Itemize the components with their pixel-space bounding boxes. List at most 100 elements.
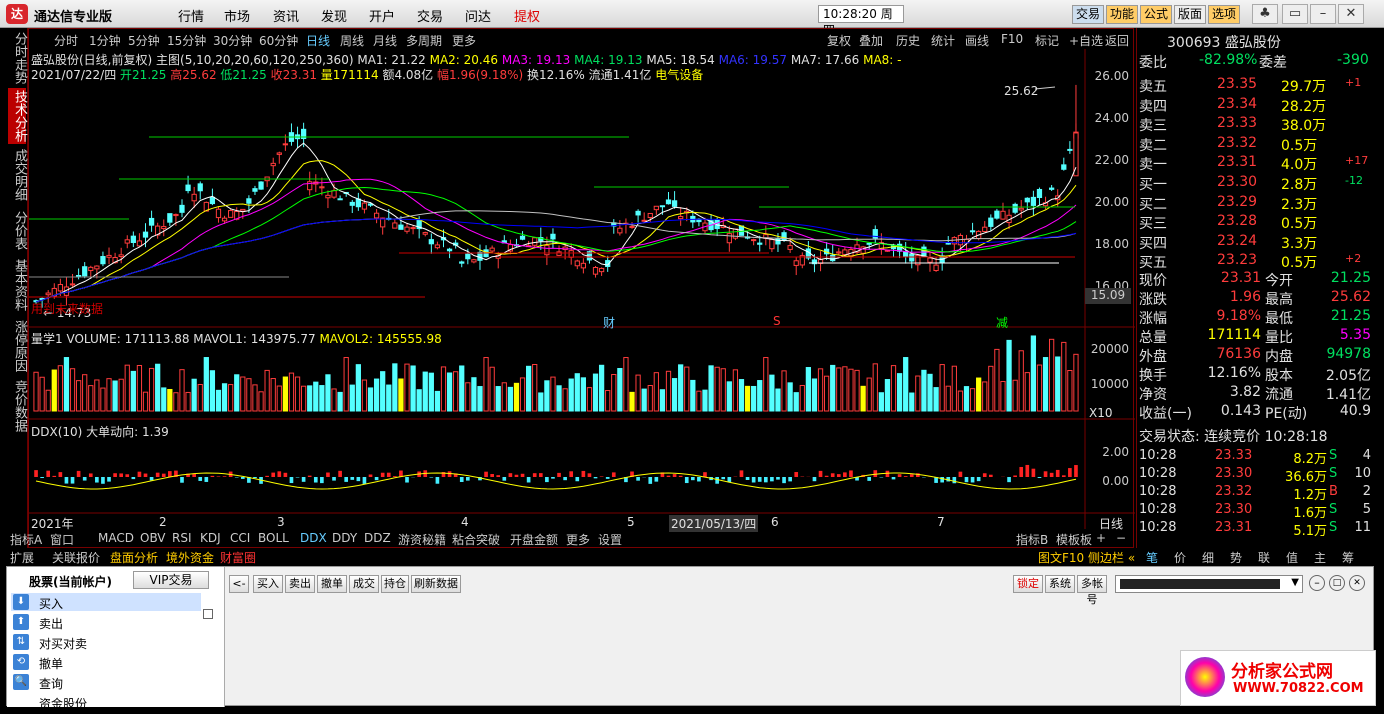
strip-item-2[interactable]: 盘面分析 bbox=[110, 549, 158, 566]
top-button-trade[interactable]: 交易 bbox=[1072, 5, 1105, 24]
tab-11[interactable]: 游资秘籍 bbox=[398, 531, 446, 548]
kline-chart[interactable] bbox=[29, 29, 1135, 549]
quote-tab-1[interactable]: 价 bbox=[1174, 549, 1186, 566]
trade-button-2[interactable]: 卖出 bbox=[285, 575, 315, 593]
ask-row[interactable]: 卖一 23.31 4.0万 +17 bbox=[1139, 154, 1373, 173]
account-select[interactable]: ▼ bbox=[1115, 575, 1303, 593]
tab-1[interactable]: 窗口 bbox=[50, 531, 74, 548]
tab-add-icon[interactable]: + bbox=[1096, 531, 1106, 545]
chart-area[interactable]: 分时 1分钟 5分钟 15分钟 30分钟 60分钟 日线 周线 月线 多周期 更… bbox=[28, 28, 1135, 549]
tab-3[interactable]: OBV bbox=[140, 531, 166, 545]
minimize-icon[interactable]: – bbox=[1310, 4, 1336, 24]
ddx-bar bbox=[691, 477, 695, 481]
tab-9[interactable]: DDY bbox=[332, 531, 357, 545]
candle-body bbox=[866, 242, 872, 245]
bid-row[interactable]: 买三 23.28 0.5万 bbox=[1139, 213, 1373, 232]
rail-jingjia[interactable]: 竞价数据 bbox=[8, 378, 27, 434]
ask-row[interactable]: 卖四 23.34 28.2万 bbox=[1139, 96, 1373, 115]
trade-button-4[interactable]: 成交 bbox=[349, 575, 379, 593]
menu-wenda[interactable]: 问达 bbox=[465, 6, 491, 25]
trade-menu-item[interactable]: ⬆ 卖出 bbox=[11, 613, 201, 631]
menu-shichang[interactable]: 市场 bbox=[224, 6, 250, 25]
menu-jiaoyi[interactable]: 交易 bbox=[417, 6, 443, 25]
strip-item-4[interactable]: 财富圈 bbox=[220, 549, 256, 566]
menu-kaihu[interactable]: 开户 bbox=[369, 6, 395, 25]
ask-row[interactable]: 卖五 23.35 29.7万 +1 bbox=[1139, 76, 1373, 95]
top-button-layout[interactable]: 版面 bbox=[1174, 5, 1207, 24]
tab-5[interactable]: KDJ bbox=[200, 531, 221, 545]
menu-zixun[interactable]: 资讯 bbox=[273, 6, 299, 25]
tab-8[interactable]: DDX bbox=[300, 531, 327, 545]
weicha-label: 委差 bbox=[1259, 55, 1287, 71]
tab-12[interactable]: 粘合突破 bbox=[452, 531, 500, 548]
tab-4[interactable]: RSI bbox=[172, 531, 192, 545]
trade-menu-item[interactable]: ⇅ 对买对卖 bbox=[11, 633, 201, 651]
quote-tab-6[interactable]: 主 bbox=[1314, 549, 1326, 566]
menu-tiquan[interactable]: 提权 bbox=[514, 6, 540, 25]
vip-trade-button[interactable]: VIP交易 bbox=[133, 571, 209, 589]
tab-0[interactable]: 指标A bbox=[10, 531, 42, 548]
ddx-bar bbox=[569, 471, 574, 477]
ask-row[interactable]: 卖二 23.32 0.5万 bbox=[1139, 135, 1373, 154]
tab-15[interactable]: 设置 bbox=[598, 531, 622, 548]
tab-7[interactable]: BOLL bbox=[258, 531, 289, 545]
menu-faxian[interactable]: 发现 bbox=[321, 6, 347, 25]
trade-menu-item[interactable]: ⟲ 撤单 bbox=[11, 653, 201, 671]
trade-menu-item[interactable]: 🔍 查询 bbox=[11, 673, 201, 691]
quote-tab-5[interactable]: 值 bbox=[1286, 549, 1298, 566]
weibi-value: -82.98% bbox=[1199, 52, 1258, 68]
bid-row[interactable]: 买二 23.29 2.3万 bbox=[1139, 194, 1373, 213]
candle-body bbox=[1018, 207, 1024, 211]
maximize-circle-icon[interactable]: □ bbox=[1329, 575, 1345, 591]
top-button-options[interactable]: 选项 bbox=[1208, 5, 1241, 24]
bid-row[interactable]: 买五 23.23 0.5万 +2 bbox=[1139, 252, 1373, 271]
trade-button-3[interactable]: 撤单 bbox=[317, 575, 347, 593]
top-button-formula[interactable]: 公式 bbox=[1140, 5, 1173, 24]
minimize-circle-icon[interactable]: – bbox=[1309, 575, 1325, 591]
bid-row[interactable]: 买四 23.24 3.3万 bbox=[1139, 233, 1373, 252]
trade-menu-item[interactable]: 资金股份 bbox=[11, 693, 201, 711]
top-button-function[interactable]: 功能 bbox=[1106, 5, 1139, 24]
trade-right-button-1[interactable]: 系统 bbox=[1045, 575, 1075, 593]
tab-2[interactable]: MACD bbox=[98, 531, 134, 545]
rail-chengjiao[interactable]: 成交明细 bbox=[8, 148, 27, 202]
quote-tab-4[interactable]: 联 bbox=[1258, 549, 1270, 566]
trade-right-button-0[interactable]: 锁定 bbox=[1013, 575, 1043, 593]
rail-jishu[interactable]: 技术分析 bbox=[8, 88, 27, 144]
menu-hangqing[interactable]: 行情 bbox=[178, 6, 204, 25]
trade-right-button-2[interactable]: 多帐号 bbox=[1077, 575, 1107, 606]
trade-menu-item[interactable]: ⬇ 买入 bbox=[11, 593, 201, 611]
skin-icon[interactable]: ♣ bbox=[1252, 4, 1278, 24]
tab-6[interactable]: CCI bbox=[230, 531, 250, 545]
quote-tab-3[interactable]: 势 bbox=[1230, 549, 1242, 566]
quote-tab-0[interactable]: 笔 bbox=[1146, 549, 1158, 566]
rail-fenjia[interactable]: 分价表 bbox=[8, 208, 27, 252]
rail-jiben[interactable]: 基本资料 bbox=[8, 258, 27, 312]
close-icon[interactable]: ✕ bbox=[1338, 4, 1364, 24]
tab-13[interactable]: 开盘金额 bbox=[510, 531, 558, 548]
quote-tab-7[interactable]: 筹 bbox=[1342, 549, 1354, 566]
checkbox[interactable] bbox=[203, 609, 213, 619]
tab-remove-icon[interactable]: − bbox=[1116, 531, 1126, 545]
trade-button-1[interactable]: 买入 bbox=[253, 575, 283, 593]
rail-fenshi[interactable]: 分时走势 bbox=[8, 32, 27, 84]
tab-indicator-b[interactable]: 指标B bbox=[1016, 531, 1048, 548]
tab-14[interactable]: 更多 bbox=[566, 531, 590, 548]
ddx-bar bbox=[1031, 468, 1036, 477]
strip-item-3[interactable]: 境外资金 bbox=[166, 549, 214, 566]
ask-row[interactable]: 卖三 23.33 38.0万 bbox=[1139, 115, 1373, 134]
f10-sidebar-link[interactable]: 图文F10 侧边栏 « bbox=[1038, 549, 1135, 566]
rail-zhangting[interactable]: 涨停原因 bbox=[8, 318, 27, 374]
restore-icon[interactable]: ▭ bbox=[1282, 4, 1308, 24]
close-circle-icon[interactable]: ✕ bbox=[1349, 575, 1365, 591]
tab-template[interactable]: 模板 bbox=[1056, 531, 1080, 548]
tab-10[interactable]: DDZ bbox=[364, 531, 391, 545]
bid-row[interactable]: 买一 23.30 2.8万 -12 bbox=[1139, 174, 1373, 193]
strip-item-1[interactable]: 关联报价 bbox=[52, 549, 100, 566]
tab-board[interactable]: 板 bbox=[1080, 531, 1092, 548]
trade-button-6[interactable]: 刷新数据 bbox=[411, 575, 461, 593]
strip-item-0[interactable]: 扩展 bbox=[10, 549, 34, 566]
trade-button-5[interactable]: 持仓 bbox=[381, 575, 409, 593]
trade-button-0[interactable]: <- bbox=[229, 575, 249, 593]
quote-tab-2[interactable]: 细 bbox=[1202, 549, 1214, 566]
